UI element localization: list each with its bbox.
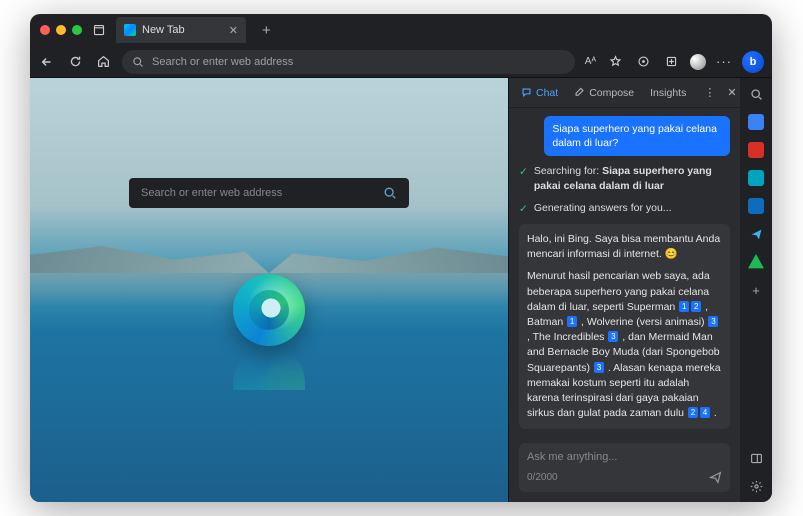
rail-app-icon[interactable]: [748, 170, 764, 186]
edge-logo: [233, 274, 305, 346]
rail-split-icon[interactable]: [748, 450, 764, 466]
citation[interactable]: 1: [679, 301, 689, 312]
minimize-window[interactable]: [56, 25, 66, 35]
more-menu[interactable]: ···: [716, 54, 732, 69]
refresh-button[interactable]: [66, 53, 84, 71]
search-icon: [132, 56, 144, 68]
bing-sidebar-button[interactable]: b: [742, 51, 764, 73]
address-placeholder: Search or enter web address: [152, 56, 293, 68]
close-tab-icon[interactable]: ✕: [229, 24, 238, 37]
rail-search-icon[interactable]: [748, 86, 764, 102]
compose-icon: [574, 87, 585, 98]
edge-logo-reflection: [233, 346, 305, 390]
toolbar-right: Aᴬ ··· b: [585, 51, 764, 73]
ntp-search-placeholder: Search or enter web address: [141, 187, 282, 199]
status-searching: ✓ Searching for: Siapa superhero yang pa…: [519, 164, 730, 192]
status-generating: ✓ Generating answers for you...: [519, 201, 730, 216]
extensions-icon[interactable]: [634, 53, 652, 71]
sidebar-rail: +: [740, 78, 772, 502]
read-aloud-icon[interactable]: Aᴬ: [585, 56, 596, 67]
rail-settings-icon[interactable]: [748, 478, 764, 494]
tab-chat[interactable]: Chat: [515, 84, 564, 102]
chat-input-box[interactable]: Ask me anything... 0/2000: [519, 443, 730, 492]
rail-send-icon[interactable]: [748, 226, 764, 242]
tab-overview-icon[interactable]: [92, 23, 106, 37]
rail-app-icon[interactable]: [748, 114, 764, 130]
browser-window: New Tab ✕ + Search or enter web address …: [30, 14, 772, 502]
send-icon[interactable]: [709, 471, 722, 484]
titlebar: New Tab ✕ +: [30, 14, 772, 46]
collections-icon[interactable]: [662, 53, 680, 71]
chat-icon: [521, 87, 532, 98]
panel-close-icon[interactable]: ✕: [723, 86, 740, 99]
new-tab-button[interactable]: +: [256, 22, 277, 39]
navbar: Search or enter web address Aᴬ ··· b: [30, 46, 772, 78]
home-button[interactable]: [94, 53, 112, 71]
content-area: Search or enter web address Chat: [30, 78, 772, 502]
citation[interactable]: 3: [608, 331, 618, 342]
rail-app-icon[interactable]: [748, 142, 764, 158]
ntp-search-box[interactable]: Search or enter web address: [129, 178, 409, 208]
back-button[interactable]: [38, 53, 56, 71]
favorites-icon[interactable]: [606, 53, 624, 71]
chat-input-placeholder: Ask me anything...: [527, 451, 722, 463]
tab-favicon: [124, 24, 136, 36]
window-controls: [40, 25, 82, 35]
close-window[interactable]: [40, 25, 50, 35]
user-message: Siapa superhero yang pakai celana dalam …: [544, 116, 730, 156]
citation[interactable]: 2: [688, 407, 698, 418]
maximize-window[interactable]: [72, 25, 82, 35]
panel-more-icon[interactable]: ⋮: [700, 86, 719, 99]
assistant-answer: Halo, ini Bing. Saya bisa membantu Anda …: [519, 224, 730, 430]
citation[interactable]: 3: [594, 362, 604, 373]
profile-avatar[interactable]: [690, 54, 706, 70]
panel-body: Siapa superhero yang pakai celana dalam …: [509, 108, 740, 443]
check-icon: ✓: [519, 202, 528, 216]
tab-title: New Tab: [142, 24, 185, 36]
background-mountain: [30, 243, 269, 273]
background-mountain: [269, 243, 508, 273]
rail-add-icon[interactable]: +: [748, 282, 764, 298]
copilot-panel: Chat Compose Insights ⋮ ✕ Siapa superher…: [508, 78, 740, 502]
tab-compose[interactable]: Compose: [568, 84, 640, 102]
citation[interactable]: 4: [700, 407, 710, 418]
rail-outlook-icon[interactable]: [748, 198, 764, 214]
search-icon: [383, 186, 397, 200]
citation[interactable]: 2: [691, 301, 701, 312]
char-counter: 0/2000: [527, 472, 558, 483]
citation[interactable]: 1: [567, 316, 577, 327]
panel-tabs: Chat Compose Insights ⋮ ✕: [509, 78, 740, 108]
citation[interactable]: 3: [708, 316, 718, 327]
check-icon: ✓: [519, 165, 528, 179]
address-bar[interactable]: Search or enter web address: [122, 50, 575, 74]
new-tab-page: Search or enter web address: [30, 78, 508, 502]
browser-tab[interactable]: New Tab ✕: [116, 17, 246, 43]
tab-insights[interactable]: Insights: [644, 84, 692, 102]
rail-app-icon[interactable]: [748, 254, 764, 270]
